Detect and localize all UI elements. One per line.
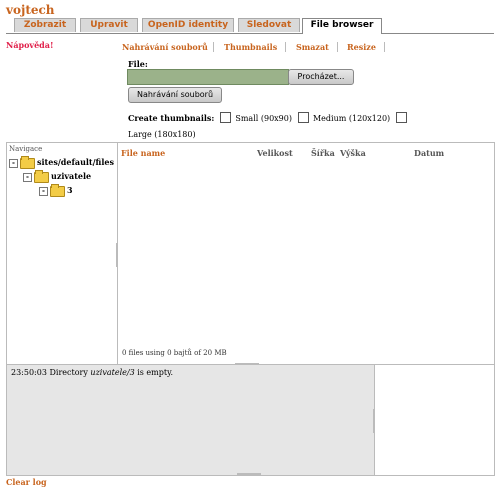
subtab-divider xyxy=(337,42,338,52)
column-width[interactable]: Šířka xyxy=(311,148,335,158)
subtab-divider xyxy=(285,42,286,52)
subtab-resize[interactable]: Resize xyxy=(347,42,376,52)
log-text-post: is empty. xyxy=(137,368,174,377)
log-message: 23:50:03 Directory uzivatele/3 is empty. xyxy=(11,368,173,377)
preview-pane xyxy=(374,364,495,476)
column-size[interactable]: Velikost xyxy=(257,148,293,158)
upload-button[interactable]: Nahrávání souborů xyxy=(128,87,222,103)
log-time: 23:50:03 xyxy=(11,368,47,377)
subtab-delete[interactable]: Smazat xyxy=(296,42,329,52)
thumb-medium-label: Medium (120x120) xyxy=(312,114,391,123)
thumb-large-checkbox[interactable] xyxy=(396,112,408,123)
help-link[interactable]: Nápověda! xyxy=(6,40,53,50)
file-label: File: xyxy=(128,59,148,69)
thumb-medium-checkbox[interactable] xyxy=(297,112,309,123)
log-text-pre: Directory xyxy=(49,368,88,377)
clear-log-link[interactable]: Clear log xyxy=(6,477,47,487)
collapse-icon[interactable]: - xyxy=(39,186,48,196)
collapse-icon[interactable]: - xyxy=(9,158,18,168)
page-title: vojtech xyxy=(6,3,55,17)
tab-upravit[interactable]: Upravit xyxy=(80,18,138,32)
thumbnail-options: Create thumbnails: Small (90x90) Medium (1… xyxy=(128,110,428,143)
thumb-small-label: Small (90x90) xyxy=(235,114,292,123)
tree-item-label: uzivatele xyxy=(51,171,92,181)
subtab-upload[interactable]: Nahrávání souborů xyxy=(122,42,208,52)
column-file-name[interactable]: File name xyxy=(121,148,165,158)
folder-open-icon xyxy=(34,169,49,183)
subtab-thumbnails[interactable]: Thumbnails xyxy=(224,42,277,52)
subtab-divider xyxy=(384,42,385,52)
thumbnails-label: Create thumbnails: xyxy=(128,113,215,123)
column-height[interactable]: Výška xyxy=(340,148,366,158)
log-path: uzivatele/3 xyxy=(90,368,135,377)
navigation-header: Navigace xyxy=(9,145,43,153)
folder-open-icon xyxy=(50,183,65,197)
collapse-icon[interactable]: - xyxy=(23,172,32,182)
thumb-small-checkbox[interactable] xyxy=(220,112,232,123)
navigation-pane: Navigace - sites/default/files - uzivatele… xyxy=(7,143,118,365)
subtab-divider xyxy=(213,42,214,52)
thumb-large-label: Large (180x180) xyxy=(128,130,196,139)
folder-open-icon xyxy=(20,155,35,169)
resize-handle[interactable] xyxy=(237,473,261,475)
tab-openid[interactable]: OpenID identity xyxy=(142,18,234,32)
file-browser-panel: Navigace - sites/default/files - uzivatele… xyxy=(6,142,495,366)
tree-item-3[interactable]: -3 xyxy=(39,183,73,197)
usage-summary: 0 files using 0 bajtů of 20 MB xyxy=(122,349,227,357)
browse-button[interactable]: Procházet... xyxy=(288,69,354,85)
tab-sledovat[interactable]: Sledovat xyxy=(238,18,300,32)
tree-item-uzivatele[interactable]: - uzivatele xyxy=(23,169,92,183)
tab-file-browser[interactable]: File browser xyxy=(302,18,382,34)
column-date[interactable]: Datum xyxy=(414,148,444,158)
tab-bar: Zobrazit Upravit OpenID identity Sledova… xyxy=(6,18,494,34)
file-input[interactable] xyxy=(127,69,289,85)
log-panel: 23:50:03 Directory uzivatele/3 is empty. xyxy=(6,364,375,476)
file-listing: File name Velikost Šířka Výška Datum 0 f… xyxy=(118,143,494,365)
tree-item-label: 3 xyxy=(67,185,73,195)
tab-zobrazit[interactable]: Zobrazit xyxy=(14,18,76,32)
tree-item-sites[interactable]: - sites/default/files xyxy=(9,155,114,169)
tree-item-label: sites/default/files xyxy=(37,157,114,167)
